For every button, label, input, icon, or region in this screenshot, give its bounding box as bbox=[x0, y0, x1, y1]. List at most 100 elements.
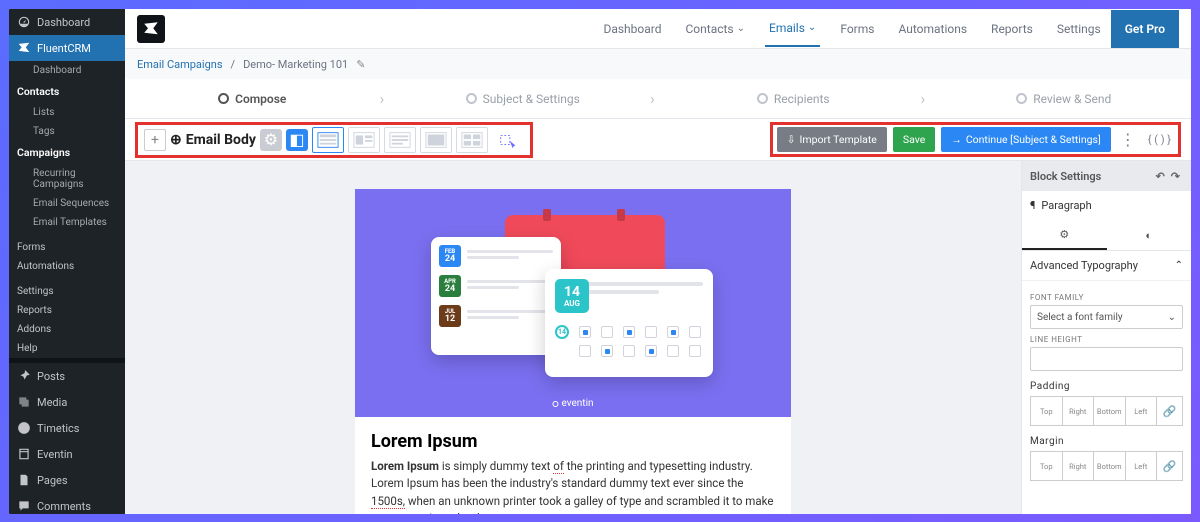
wizard-steps: Compose › Subject & Settings › Recipient… bbox=[125, 79, 1191, 119]
clock-icon bbox=[17, 421, 31, 435]
calendar-icon bbox=[17, 447, 31, 461]
hero-list-card: FEB24 APR24 JUL12 bbox=[431, 237, 561, 355]
settings-title: Block Settings bbox=[1030, 170, 1101, 183]
app-logo[interactable] bbox=[137, 15, 165, 43]
margin-top[interactable]: Top bbox=[1030, 451, 1063, 481]
wp-media[interactable]: Media bbox=[9, 389, 125, 415]
wp-fluentcrm[interactable]: FluentCRM bbox=[9, 35, 125, 61]
save-button[interactable]: Save bbox=[893, 127, 935, 152]
layout-option-4[interactable] bbox=[420, 127, 452, 153]
layout-option-2[interactable] bbox=[348, 127, 380, 153]
step-compose[interactable]: Compose bbox=[125, 92, 380, 106]
margin-left[interactable]: Left bbox=[1126, 451, 1158, 481]
sub-help[interactable]: Help bbox=[9, 339, 125, 358]
sub-dashboard[interactable]: Dashboard bbox=[9, 61, 125, 80]
padding-right[interactable]: Right bbox=[1063, 396, 1095, 426]
nav-settings[interactable]: Settings bbox=[1053, 12, 1105, 46]
step-review[interactable]: Review & Send bbox=[937, 92, 1192, 106]
tab-style[interactable]: ⚙ bbox=[1022, 220, 1107, 250]
contrast-icon: ◐ bbox=[1145, 229, 1152, 242]
hero-image: FEB24 APR24 JUL12 14AUG 14 bbox=[355, 189, 791, 417]
arrow-right-icon: → bbox=[951, 133, 962, 146]
wp-admin-sidebar: Dashboard FluentCRM Dashboard Contacts L… bbox=[9, 9, 125, 514]
margin-right[interactable]: Right bbox=[1063, 451, 1095, 481]
article-title[interactable]: Lorem Ipsum bbox=[355, 417, 791, 458]
font-family-select[interactable]: Select a font family ⌄ bbox=[1030, 305, 1183, 329]
layout-option-5[interactable] bbox=[456, 127, 488, 153]
sub-sequences[interactable]: Email Sequences bbox=[9, 194, 125, 213]
gear-icon: ⚙ bbox=[1059, 228, 1069, 241]
layout-option-3[interactable] bbox=[384, 127, 416, 153]
email-canvas[interactable]: FEB24 APR24 JUL12 14AUG 14 bbox=[125, 161, 1021, 514]
sub-templates[interactable]: Email Templates bbox=[9, 213, 125, 232]
sub-settings[interactable]: Settings bbox=[9, 282, 125, 301]
chevron-down-icon: ⌄ bbox=[737, 23, 745, 34]
hero-detail-card: 14AUG 14 bbox=[545, 269, 713, 377]
tab-appearance[interactable]: ◐ bbox=[1107, 220, 1192, 250]
gauge-icon bbox=[17, 15, 31, 29]
highlight-left: + ⊕ Email Body ⚙ ◧ bbox=[135, 122, 533, 158]
line-height-input[interactable] bbox=[1030, 347, 1183, 371]
import-template-button[interactable]: ⇩Import Template bbox=[777, 127, 887, 152]
get-pro-button[interactable]: Get Pro bbox=[1111, 10, 1179, 48]
wp-fluentcrm-label: FluentCRM bbox=[37, 42, 91, 55]
sub-reports[interactable]: Reports bbox=[9, 301, 125, 320]
padding-bottom[interactable]: Bottom bbox=[1094, 396, 1126, 426]
padding-top[interactable]: Top bbox=[1030, 396, 1063, 426]
ring-number: 14 bbox=[555, 325, 569, 339]
article-body[interactable]: Lorem Ipsum is simply dummy text of the … bbox=[355, 458, 791, 514]
sub-lists[interactable]: Lists bbox=[9, 103, 125, 122]
edit-icon[interactable]: ✎ bbox=[356, 58, 365, 71]
gear-icon[interactable]: ⚙ bbox=[260, 129, 282, 151]
chevron-down-icon: ⌄ bbox=[1168, 312, 1176, 323]
crumb-root[interactable]: Email Campaigns bbox=[137, 58, 223, 71]
nav-emails[interactable]: Emails⌄ bbox=[765, 11, 820, 47]
continue-button[interactable]: →Continue [Subject & Settings] bbox=[941, 127, 1110, 152]
nav-contacts[interactable]: Contacts⌄ bbox=[681, 12, 749, 46]
accordion-typography[interactable]: Advanced Typography ⌃ bbox=[1022, 251, 1191, 281]
view-icon[interactable]: ◧ bbox=[286, 129, 308, 151]
sub-recurring[interactable]: Recurring Campaigns bbox=[9, 164, 125, 194]
wp-eventin[interactable]: Eventin bbox=[9, 441, 125, 467]
sub-campaigns[interactable]: Campaigns bbox=[9, 141, 125, 164]
more-menu-button[interactable]: ⋮ bbox=[1117, 130, 1139, 149]
font-family-label: FONT FAMILY bbox=[1030, 293, 1183, 302]
margin-label: Margin bbox=[1030, 436, 1183, 447]
nav-reports[interactable]: Reports bbox=[987, 12, 1037, 46]
link-icon[interactable]: 🔗 bbox=[1157, 396, 1183, 426]
comment-icon bbox=[17, 499, 31, 513]
app-topbar: Dashboard Contacts⌄ Emails⌄ Forms Automa… bbox=[125, 9, 1191, 49]
step-subject[interactable]: Subject & Settings bbox=[396, 92, 651, 106]
sub-contacts[interactable]: Contacts bbox=[9, 80, 125, 103]
margin-bottom[interactable]: Bottom bbox=[1094, 451, 1126, 481]
eventin-logo: eventin bbox=[552, 398, 593, 409]
nav-dashboard[interactable]: Dashboard bbox=[599, 12, 665, 46]
padding-left[interactable]: Left bbox=[1126, 396, 1158, 426]
sub-tags[interactable]: Tags bbox=[9, 122, 125, 141]
wp-timetics[interactable]: Timetics bbox=[9, 415, 125, 441]
wp-dashboard[interactable]: Dashboard bbox=[9, 9, 125, 35]
wp-pages[interactable]: Pages bbox=[9, 467, 125, 493]
redo-icon[interactable]: ↷ bbox=[1168, 170, 1183, 183]
sub-automations[interactable]: Automations bbox=[9, 257, 125, 276]
nav-forms[interactable]: Forms bbox=[836, 12, 878, 46]
chevron-right-icon: › bbox=[921, 89, 937, 108]
undo-icon[interactable]: ↶ bbox=[1153, 170, 1168, 183]
chevron-up-icon: ⌃ bbox=[1175, 260, 1183, 271]
layout-option-1[interactable] bbox=[312, 127, 344, 153]
link-icon[interactable]: 🔗 bbox=[1157, 451, 1183, 481]
wp-comments[interactable]: Comments bbox=[9, 493, 125, 514]
chevron-down-icon: ⌄ bbox=[808, 22, 816, 33]
email-body-label: ⊕ Email Body bbox=[170, 132, 256, 148]
sub-addons[interactable]: Addons bbox=[9, 320, 125, 339]
wp-posts[interactable]: Posts bbox=[9, 363, 125, 389]
sub-forms[interactable]: Forms bbox=[9, 238, 125, 257]
nav-automations[interactable]: Automations bbox=[894, 12, 971, 46]
import-icon: ⇩ bbox=[787, 133, 796, 146]
highlight-right: ⇩Import Template Save →Continue [Subject… bbox=[770, 122, 1181, 157]
smartcode-button[interactable]: { ( ) } bbox=[1145, 133, 1174, 146]
step-recipients[interactable]: Recipients bbox=[666, 92, 921, 106]
layout-drag-icon[interactable] bbox=[492, 127, 524, 153]
add-block-button[interactable]: + bbox=[144, 129, 166, 151]
fluentcrm-icon bbox=[17, 41, 31, 55]
